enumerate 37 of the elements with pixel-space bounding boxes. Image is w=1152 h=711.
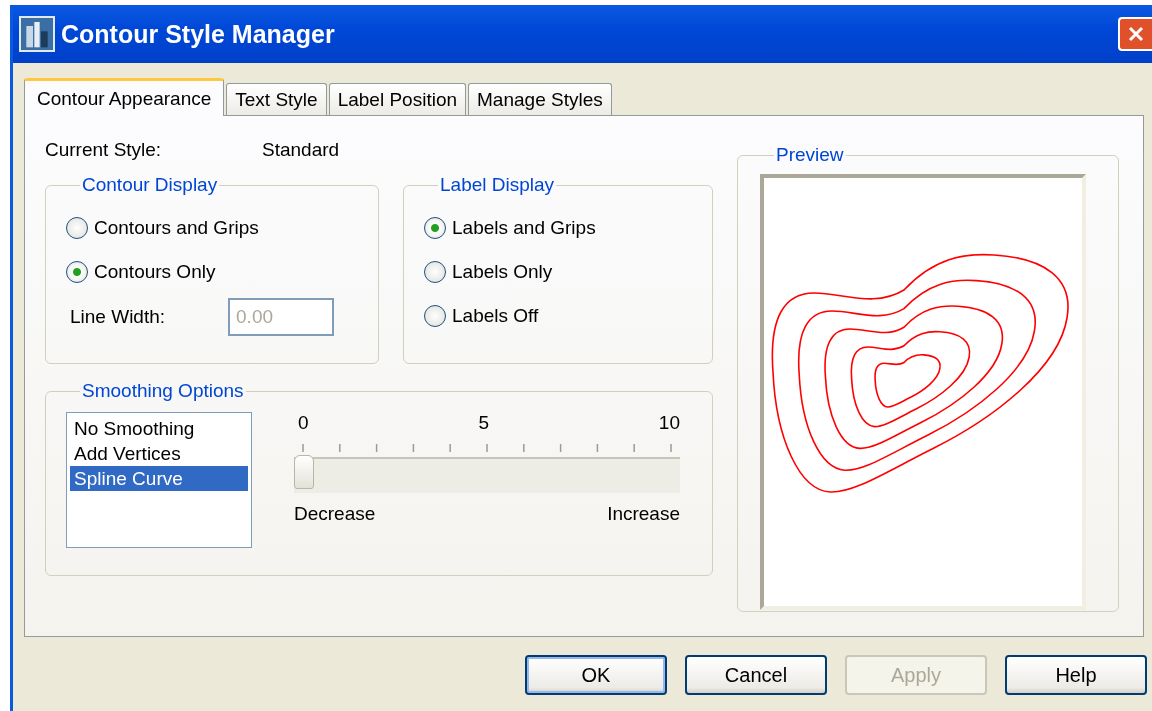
tick-label: 10 <box>658 412 680 434</box>
slider-track[interactable] <box>294 457 680 493</box>
field-label: Current Style: <box>45 139 163 161</box>
slider-max-label: Increase <box>607 503 680 525</box>
radio-circle[interactable] <box>66 217 88 239</box>
radio-option[interactable]: Labels and Grips <box>424 206 712 250</box>
field-label: Line Width: <box>70 306 166 328</box>
tab[interactable]: Contour Appearance <box>24 78 225 116</box>
slider-min-label: Decrease <box>294 503 376 525</box>
group-title: Label Display <box>439 174 556 196</box>
tab[interactable]: Label Position <box>328 83 467 115</box>
radio-circle[interactable] <box>424 217 446 239</box>
tab[interactable]: Manage Styles <box>468 83 612 115</box>
radio-circle[interactable] <box>66 261 88 283</box>
close-icon <box>1126 24 1146 44</box>
radio-circle[interactable] <box>424 305 446 327</box>
radio-option[interactable]: Labels Off <box>424 294 712 338</box>
close-button[interactable] <box>1118 17 1152 51</box>
radio-option[interactable]: Labels Only <box>424 250 712 294</box>
window-title: Contour Style Manager <box>61 19 335 49</box>
list-item[interactable]: Add Vertices <box>70 441 248 466</box>
dialog-button[interactable]: OK <box>525 655 667 695</box>
tick-label: 0 <box>298 412 309 434</box>
tab[interactable]: Text Style <box>226 83 327 115</box>
group-title: Smoothing Options <box>81 380 245 402</box>
radio-option[interactable]: Contours and Grips <box>66 206 378 250</box>
group-title: Contour Display <box>81 174 219 196</box>
current-style-value: Standard <box>262 139 340 161</box>
group-title: Preview <box>775 144 845 166</box>
tick-label: 5 <box>478 412 489 434</box>
radio-circle[interactable] <box>424 261 446 283</box>
radio-option[interactable]: Contours Only <box>66 250 378 294</box>
dialog-button[interactable]: Cancel <box>685 655 827 695</box>
dialog-button[interactable]: Help <box>1005 655 1147 695</box>
list-item[interactable]: No Smoothing <box>70 416 248 441</box>
slider-thumb[interactable] <box>294 455 314 489</box>
list-item[interactable]: Spline Curve <box>70 466 248 491</box>
